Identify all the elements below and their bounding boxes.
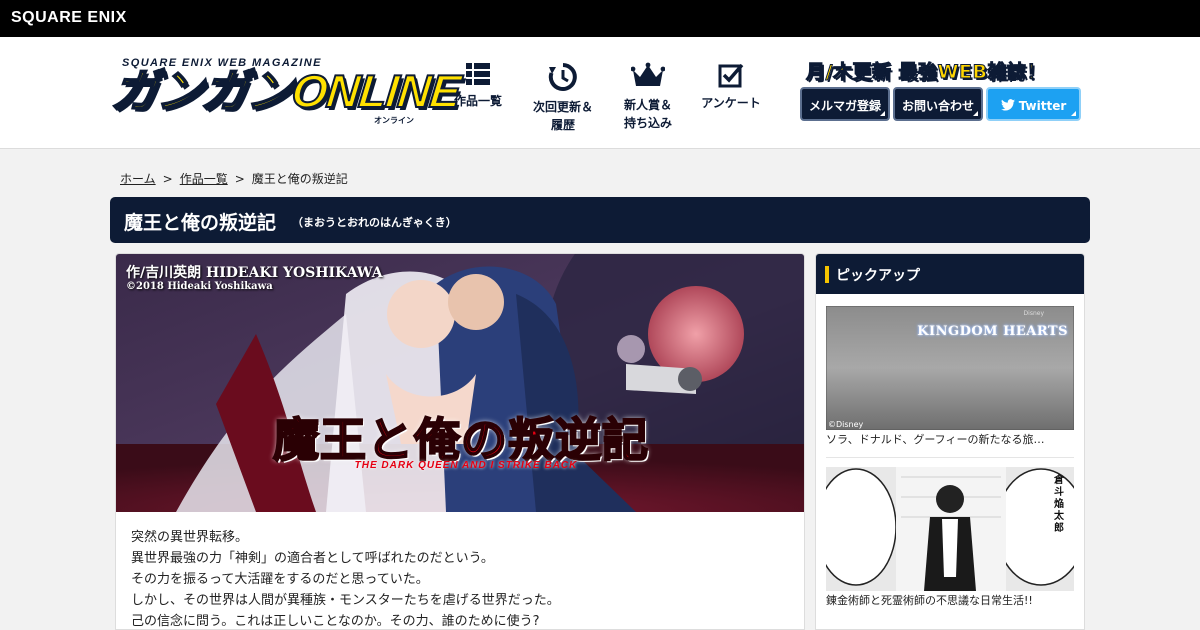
nav-label: 作品一覧: [453, 94, 502, 108]
top-bar: SQUARE ENIX: [0, 0, 1200, 37]
nav-survey[interactable]: アンケート: [698, 62, 764, 142]
pickup-caption[interactable]: 錬金術師と死霊術師の不思議な日常生活!!: [826, 593, 1074, 609]
page-title-bar: 魔王と俺の叛逆記 （まおうとおれのはんぎゃくき）: [110, 197, 1090, 243]
site-header: SQUARE ENIX WEB MAGAZINE ガンガンONLINE オンライ…: [0, 37, 1200, 149]
breadcrumb-home-link[interactable]: ホーム: [120, 172, 156, 186]
kingdom-hearts-logo: KINGDOM HEARTS: [917, 324, 1068, 339]
synopsis-line: 己の信念に問う。これは正しいことなのか。その力、誰のために使う?: [131, 614, 540, 629]
manga-character-name: 倉斗焔太郎: [1054, 475, 1064, 534]
page-title: 魔王と俺の叛逆記: [124, 212, 277, 234]
banner-copyright: ©2018 Hideaki Yoshikawa: [126, 281, 273, 292]
nav-works-list[interactable]: 作品一覧: [448, 62, 508, 142]
pickup-sidebar: ピックアップ Disney KINGDOM HEARTS ©Disney ソラ、…: [815, 253, 1085, 630]
history-clock-icon: [548, 63, 577, 91]
banner-artwork: [116, 254, 804, 512]
breadcrumb-current: 魔王と俺の叛逆記: [251, 172, 348, 186]
work-article: 作/吉川英朗 HIDEAKI YOSHIKAWA ©2018 Hideaki Y…: [115, 253, 805, 630]
newsletter-button[interactable]: メルマガ登録: [800, 87, 890, 121]
nav-next-update[interactable]: 次回更新＆ 履歴: [528, 62, 598, 142]
kh-disney-mark: Disney: [1023, 310, 1044, 317]
logo-main-text: ガンガンONLINE: [108, 64, 463, 118]
pickup-item-alchemist[interactable]: 倉斗焔太郎 錬金術師と死霊術師の不思議な日常生活!!: [826, 467, 1074, 609]
header-tagline: 月/木更新 最強WEB雑誌！: [806, 61, 1046, 84]
work-banner-image: 作/吉川英朗 HIDEAKI YOSHIKAWA ©2018 Hideaki Y…: [116, 254, 804, 512]
synopsis-line: 突然の異世界転移。: [131, 530, 249, 545]
pickup-thumbnail-art: [826, 467, 1074, 591]
twitter-button-label: Twitter: [1018, 99, 1067, 113]
pickup-divider: [826, 457, 1074, 458]
contact-button[interactable]: お問い合わせ: [893, 87, 983, 121]
header-accent-bar: [825, 266, 829, 283]
pickup-heading: ピックアップ: [836, 268, 920, 284]
nav-label: アンケート: [701, 96, 761, 110]
breadcrumb-works-link[interactable]: 作品一覧: [180, 172, 228, 186]
breadcrumb-separator: >: [234, 172, 245, 186]
pickup-item-kingdom-hearts[interactable]: Disney KINGDOM HEARTS ©Disney ソラ、ドナルド、グー…: [826, 306, 1074, 448]
thumbnail-copyright: ©Disney: [828, 420, 864, 429]
pickup-thumbnail[interactable]: 倉斗焔太郎: [826, 467, 1074, 591]
crown-icon: [631, 62, 665, 86]
synopsis-line: 異世界最強の力「神剣」の適合者として呼ばれたのだという。: [131, 551, 494, 566]
logo-kana: オンライン: [374, 116, 414, 125]
pickup-caption[interactable]: ソラ、ドナルド、グーフィーの新たなる旅…: [826, 432, 1074, 448]
pickup-header: ピックアップ: [816, 254, 1084, 294]
nav-label: 次回更新＆ 履歴: [532, 100, 593, 132]
author-credit: 作/吉川英朗 HIDEAKI YOSHIKAWA: [126, 265, 383, 281]
twitter-button[interactable]: Twitter: [986, 87, 1081, 121]
synopsis-line: その力を振るって大活躍をするのだと思っていた。: [131, 572, 429, 587]
work-synopsis: 突然の異世界転移。 異世界最強の力「神剣」の適合者として呼ばれたのだという。 そ…: [131, 527, 791, 629]
synopsis-line: しかし、その世界は人間が異種族・モンスターたちを虐げる世界だった。: [131, 593, 560, 608]
square-enix-logo[interactable]: SQUARE ENIX: [11, 9, 127, 27]
contact-button-label: お問い合わせ: [901, 99, 974, 113]
grid-list-icon: [466, 63, 490, 85]
checkbox-icon: [718, 63, 744, 88]
nav-new-award[interactable]: 新人賞＆ 持ち込み: [616, 62, 680, 142]
breadcrumb-separator: >: [162, 172, 173, 186]
banner-english-subtitle: THE DARK QUEEN AND I STRIKE BACK: [354, 460, 578, 471]
page-title-reading: （まおうとおれのはんぎゃくき）: [292, 216, 457, 229]
pickup-thumbnail[interactable]: Disney KINGDOM HEARTS ©Disney: [826, 306, 1074, 430]
breadcrumb: ホーム > 作品一覧 > 魔王と俺の叛逆記: [120, 170, 348, 187]
nav-label: 新人賞＆ 持ち込み: [623, 98, 672, 130]
gangan-online-logo[interactable]: SQUARE ENIX WEB MAGAZINE ガンガンONLINE オンライ…: [108, 57, 463, 125]
twitter-bird-icon: [1000, 99, 1015, 111]
